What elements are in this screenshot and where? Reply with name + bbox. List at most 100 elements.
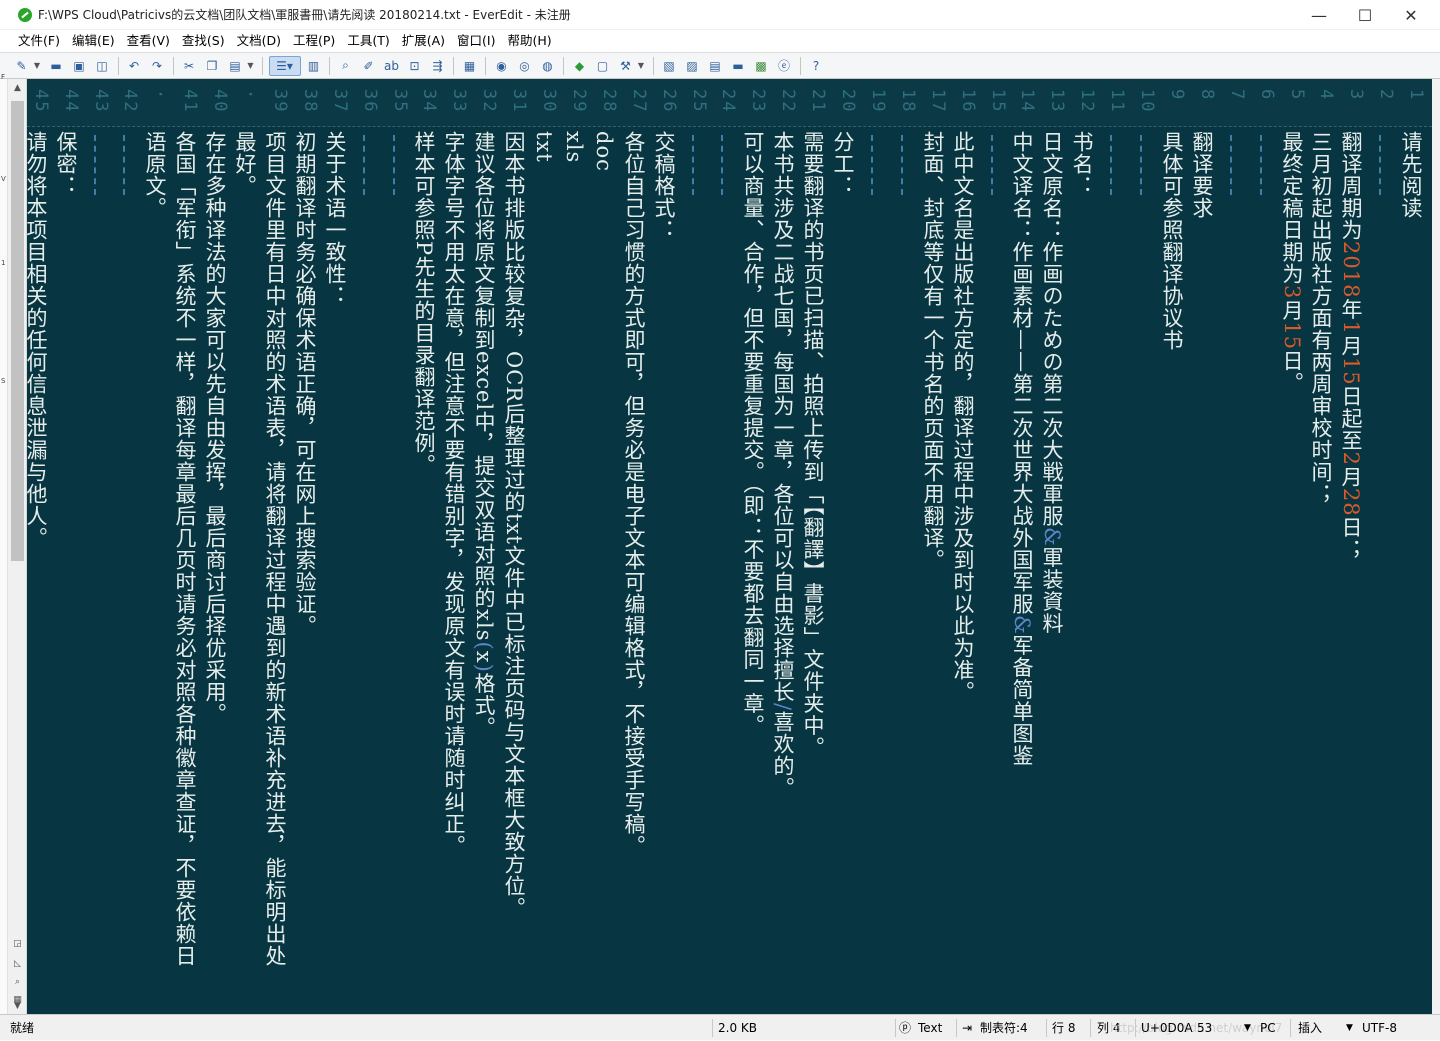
zoom-icon[interactable]: ⌕: [12, 977, 23, 988]
editor-line[interactable]: 37 关于术语一致性：: [320, 79, 350, 1014]
word-wrap-icon[interactable]: ☰▾: [268, 55, 301, 76]
editor-line[interactable]: · 最好。: [230, 79, 260, 1014]
maximize-button[interactable]: ☐: [1342, 0, 1388, 30]
redo-icon[interactable]: ↷: [147, 56, 167, 76]
editor-line[interactable]: 16 此中文名是出版社方定的，翻译过程中涉及到时以此为准。: [948, 79, 978, 1014]
panel-icon[interactable]: ▨: [682, 56, 702, 76]
editor-line[interactable]: 11: [1097, 79, 1127, 1014]
find-in-files-icon[interactable]: ⊡: [405, 56, 425, 76]
editor-line[interactable]: 15: [978, 79, 1008, 1014]
sidebar-icon[interactable]: ▧: [659, 56, 679, 76]
editor-line[interactable]: 42: [110, 79, 140, 1014]
snippets-icon[interactable]: ▩: [751, 56, 771, 76]
open-folder-icon[interactable]: ▬: [46, 56, 66, 76]
editor-line[interactable]: 5 最终定稿日期为3月15日。: [1277, 79, 1307, 1014]
help-icon[interactable]: ?: [806, 56, 826, 76]
editor-line[interactable]: 40 存在多种译法的大家可以先自由发挥，最后商讨后择优采用。: [200, 79, 230, 1014]
copy-icon[interactable]: ❐: [202, 56, 222, 76]
menu-extensions[interactable]: 扩展(A): [396, 30, 451, 52]
editor-line[interactable]: 2: [1366, 79, 1396, 1014]
editor-line[interactable]: 6: [1247, 79, 1277, 1014]
macro-run-icon[interactable]: ◍: [538, 56, 558, 76]
editor-line[interactable]: 10: [1127, 79, 1157, 1014]
find-icon[interactable]: ⌕: [336, 56, 356, 76]
editor-line[interactable]: 25: [679, 79, 709, 1014]
scroll-down-icon[interactable]: ▼: [8, 1001, 27, 1013]
goto-icon[interactable]: ⇶: [428, 56, 448, 76]
editor-line[interactable]: 26 交稿格式：: [649, 79, 679, 1014]
editor-line[interactable]: 13 日文原名：作画のための第二次大戦軍服&軍装資料: [1037, 79, 1067, 1014]
editor-line[interactable]: 8 翻译要求: [1187, 79, 1217, 1014]
menu-document[interactable]: 文档(D): [231, 30, 287, 52]
editor-line[interactable]: 12 书名：: [1067, 79, 1097, 1014]
macro-play-icon[interactable]: ◎: [515, 56, 535, 76]
editor-line[interactable]: 28 doc: [589, 79, 619, 1014]
chevron-down-icon[interactable]: ▼: [1244, 1015, 1251, 1041]
menu-window[interactable]: 窗口(I): [451, 30, 501, 52]
menu-search[interactable]: 查找(S): [176, 30, 231, 52]
close-button[interactable]: ✕: [1388, 0, 1434, 30]
editor-line[interactable]: 19: [858, 79, 888, 1014]
editor-line[interactable]: 3 翻译周期为2018年1月15日起至2月28日；: [1336, 79, 1366, 1014]
plugin-icon[interactable]: ◆: [570, 56, 590, 76]
editor-line[interactable]: 22 本书共涉及二战七国，每国为一章，各位可以自由选择擅长/喜欢的。: [768, 79, 798, 1014]
scrollbar-thumb[interactable]: [11, 101, 24, 561]
ruler-icon[interactable]: ◺: [12, 959, 23, 970]
spell-check-icon[interactable]: ab: [382, 56, 402, 76]
menu-view[interactable]: 查看(V): [121, 30, 176, 52]
chevron-down-icon[interactable]: ▼: [31, 56, 43, 76]
editor-line[interactable]: 1 请先阅读: [1396, 79, 1426, 1014]
split-icon[interactable]: ◲: [12, 939, 23, 950]
status-eol[interactable]: PC: [1260, 1015, 1276, 1041]
editor-line[interactable]: 23 可以商量、合作，但不要重复提交。（即：不要都去翻同一章。: [738, 79, 768, 1014]
status-mode[interactable]: Text: [918, 1015, 942, 1041]
editor-line[interactable]: 41 各国「军衔」系统不一样，翻译每章最后几页时请务必对照各种徽章查证，不要依赖日: [170, 79, 200, 1014]
editor-line[interactable]: 29 xls: [559, 79, 589, 1014]
editor-line[interactable]: 18: [888, 79, 918, 1014]
chevron-down-icon[interactable]: ▼: [635, 56, 647, 76]
console-icon[interactable]: ▬: [728, 56, 748, 76]
editor-line[interactable]: 30 txt: [529, 79, 559, 1014]
column-mode-icon[interactable]: ▥: [304, 56, 324, 76]
editor-line[interactable]: 21 需要翻译的书页已扫描、拍照上传到「【翻譯】書影」文件夹中。: [798, 79, 828, 1014]
editor-line[interactable]: 45 请勿将本项目相关的任何信息泄漏与他人。: [27, 79, 51, 1014]
document-map-icon[interactable]: ▤: [705, 56, 725, 76]
editor-line[interactable]: 34 样本可参照P先生的目录翻译范例。: [409, 79, 439, 1014]
new-file-icon[interactable]: ✎: [12, 56, 32, 76]
tools-icon[interactable]: ⚒: [616, 56, 636, 76]
paste-icon[interactable]: ▤: [225, 56, 245, 76]
minimize-button[interactable]: —: [1296, 0, 1342, 30]
menu-project[interactable]: 工程(P): [287, 30, 341, 52]
find-replace-icon[interactable]: ✐: [359, 56, 379, 76]
editor-line[interactable]: 43: [81, 79, 111, 1014]
scroll-up-icon[interactable]: ▲: [8, 83, 27, 97]
save-all-icon[interactable]: ◫: [92, 56, 112, 76]
editor-line[interactable]: · 语原文。: [140, 79, 170, 1014]
menu-tools[interactable]: 工具(T): [341, 30, 395, 52]
cut-icon[interactable]: ✂: [179, 56, 199, 76]
status-encoding[interactable]: UTF-8: [1362, 1015, 1397, 1041]
outline-icon[interactable]: ▢: [593, 56, 613, 76]
editor-line[interactable]: 14 中文译名：作画素材——第二次世界大战外国军服&军备简单图鉴: [1007, 79, 1037, 1014]
menu-help[interactable]: 帮助(H): [501, 30, 557, 52]
editor-line[interactable]: 24: [708, 79, 738, 1014]
chevron-down-icon[interactable]: ▼: [1346, 1015, 1353, 1041]
editor-line[interactable]: 4 三月初起出版社方面有两周审校时间；: [1306, 79, 1336, 1014]
editor-line[interactable]: 36: [350, 79, 380, 1014]
status-tab-size[interactable]: 制表符:4: [980, 1015, 1028, 1041]
save-icon[interactable]: ▣: [69, 56, 89, 76]
status-insert[interactable]: 插入: [1298, 1015, 1322, 1041]
editor-line[interactable]: 33 字体字号不用太在意，但注意不要有错别字，发现原文有误时请随时纠正。: [439, 79, 469, 1014]
editor-line[interactable]: 38 初期翻译时务必确保术语正确，可在网上搜索验证。: [290, 79, 320, 1014]
editor-line[interactable]: 35: [380, 79, 410, 1014]
text-editor[interactable]: 1 请先阅读 2 3 翻译周期为2018年1月15日起至2月28日； 4 三月初起出版社方面…: [27, 79, 1432, 1014]
macro-record-icon[interactable]: ◉: [492, 56, 512, 76]
right-edge-scrollbar[interactable]: [1432, 79, 1440, 1014]
editor-line[interactable]: 27 各位自己习惯的方式即可，但务必是电子文本可编辑格式，不接受手写稿。: [619, 79, 649, 1014]
editor-line[interactable]: 44 保密：: [51, 79, 81, 1014]
editor-line[interactable]: 17 封面、封底等仅有一个书名的页面不用翻译。: [918, 79, 948, 1014]
editor-line[interactable]: 39 项目文件里有日中对照的术语表，请将翻译过程中遇到的新术语补充进去，能标明出处: [260, 79, 290, 1014]
menu-file[interactable]: 文件(F): [12, 30, 66, 52]
vertical-scrollbar[interactable]: ▲ ◲ ◺ ⌕ ▦ ▼: [8, 79, 27, 1014]
editor-line[interactable]: 20 分工：: [828, 79, 858, 1014]
